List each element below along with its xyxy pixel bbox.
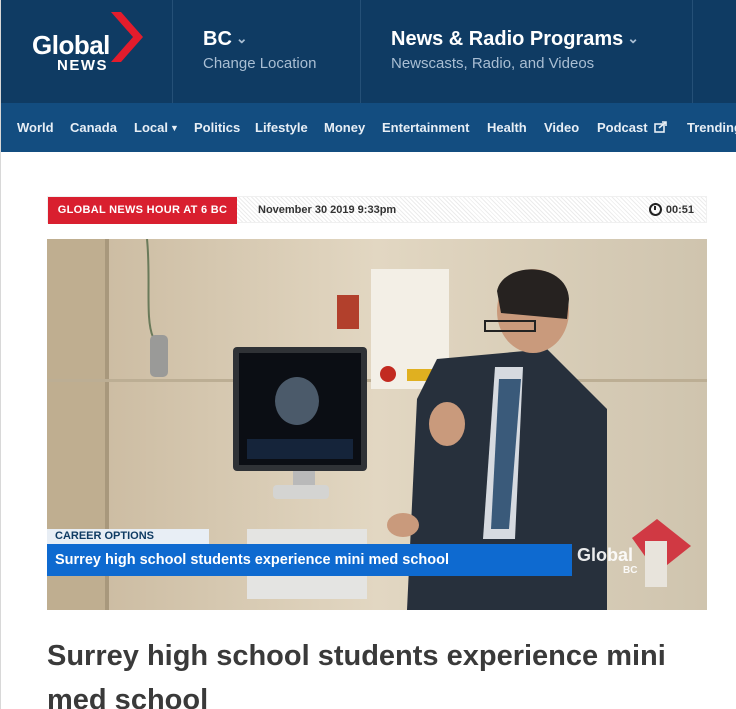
- video-watermark: Global: [577, 545, 634, 565]
- nav-item-local[interactable]: Local ▼: [134, 120, 179, 135]
- video-meta-bar: GLOBAL NEWS HOUR AT 6 BC November 30 201…: [47, 196, 707, 224]
- location-subtitle: Change Location: [203, 55, 317, 72]
- show-badge[interactable]: GLOBAL NEWS HOUR AT 6 BC: [48, 197, 237, 224]
- global-news-logo[interactable]: Global NEWS: [1, 0, 173, 103]
- nav-item-politics[interactable]: Politics: [194, 120, 240, 135]
- nav-item-podcast[interactable]: Podcast: [597, 120, 668, 135]
- external-link-icon: [654, 121, 668, 133]
- programs-subtitle: Newscasts, Radio, and Videos: [391, 55, 595, 72]
- video-duration: 00:51: [648, 203, 694, 216]
- logo-subtitle: NEWS: [57, 57, 108, 74]
- lower-third-headline: Surrey high school students experience m…: [47, 544, 572, 576]
- chevron-down-icon: ⌄: [235, 30, 248, 46]
- nav-item-money[interactable]: Money: [324, 120, 365, 135]
- main-nav: World Canada Local ▼ Politics Lifestyle M…: [1, 103, 736, 152]
- programs-menu[interactable]: News & Radio Programs ⌄ Newscasts, Radio,…: [361, 0, 693, 103]
- nav-item-world[interactable]: World: [17, 120, 54, 135]
- lower-third-tag: CAREER OPTIONS: [47, 529, 209, 544]
- nav-item-lifestyle[interactable]: Lifestyle: [255, 120, 308, 135]
- nav-item-canada[interactable]: Canada: [70, 120, 117, 135]
- nav-item-entertainment[interactable]: Entertainment: [382, 120, 469, 135]
- location-title: BC ⌄: [203, 28, 248, 50]
- caret-down-icon: ▼: [169, 123, 179, 133]
- nav-item-video[interactable]: Video: [544, 120, 579, 135]
- chevron-down-icon: ⌄: [627, 30, 640, 46]
- article-title: Surrey high school students experience m…: [47, 640, 666, 709]
- nav-item-trending[interactable]: Trending: [687, 120, 736, 135]
- publish-date: November 30 2019 9:33pm: [258, 204, 397, 216]
- programs-title: News & Radio Programs ⌄: [391, 28, 640, 50]
- nav-item-health[interactable]: Health: [487, 120, 527, 135]
- page: Global NEWS BC ⌄ Change Location News & R…: [0, 0, 736, 709]
- clock-icon: [648, 203, 662, 216]
- location-selector[interactable]: BC ⌄ Change Location: [173, 0, 361, 103]
- logo-chevron-icon: [111, 12, 143, 62]
- site-header: Global NEWS BC ⌄ Change Location News & R…: [1, 0, 736, 103]
- video-watermark-region: BC: [623, 565, 638, 576]
